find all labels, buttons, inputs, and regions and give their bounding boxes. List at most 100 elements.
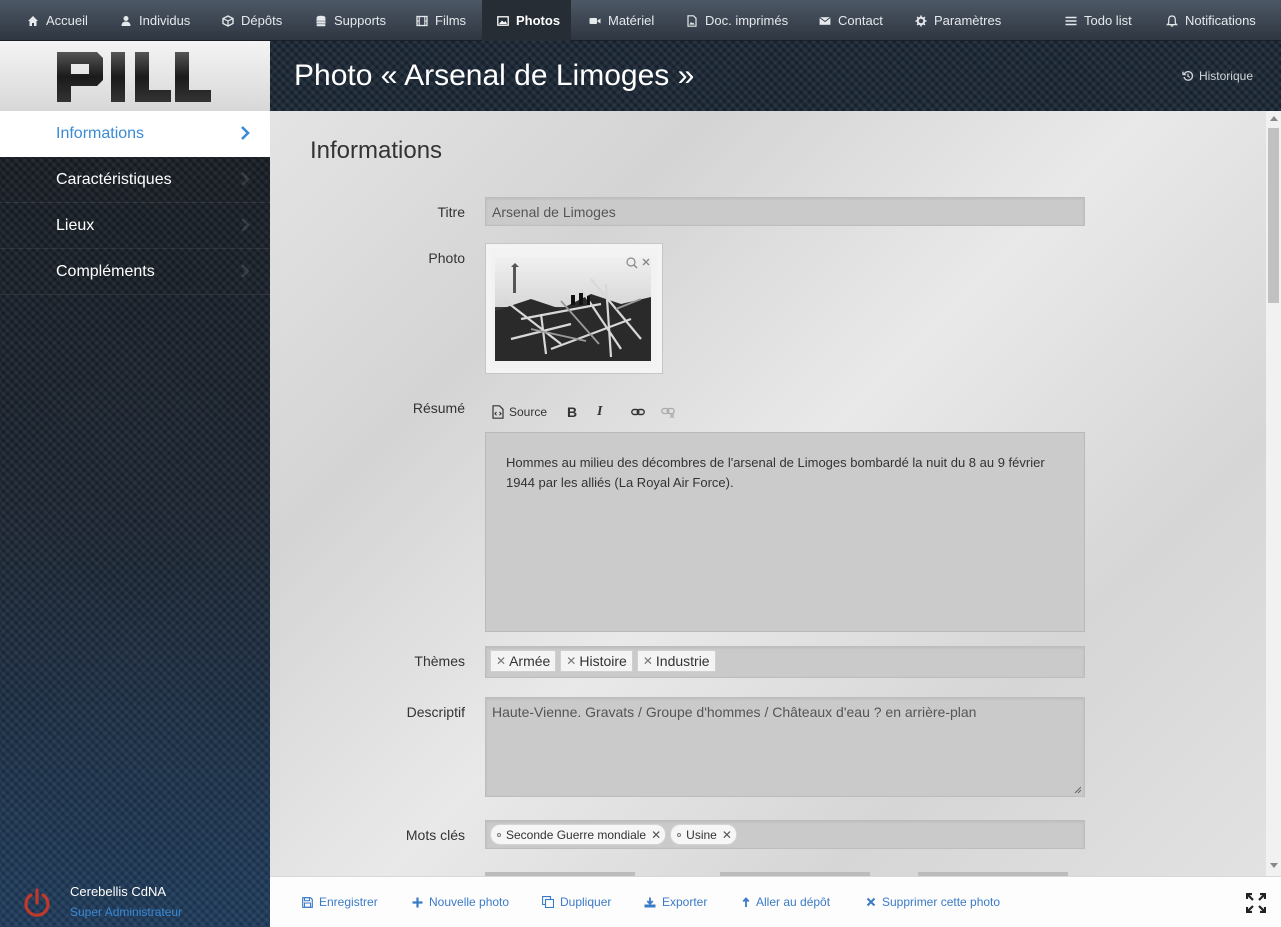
themes-field[interactable]: ✕ Armée ✕ Histoire ✕ Industrie xyxy=(485,646,1085,678)
main-content: Informations Titre Arsenal de Limoges Ph… xyxy=(270,111,1266,876)
photo-image xyxy=(491,249,657,368)
export-button[interactable]: Exporter xyxy=(644,895,707,909)
nav-label: Doc. imprimés xyxy=(705,13,789,28)
goto-depot-button[interactable]: Aller au dépôt xyxy=(742,895,830,909)
sidebar-item-lieux[interactable]: Lieux xyxy=(0,203,270,249)
remove-tag-icon[interactable]: ✕ xyxy=(651,828,661,842)
theme-tag[interactable]: ✕ Armée xyxy=(490,650,557,672)
bell-icon xyxy=(1166,14,1178,27)
scroll-up-arrow[interactable] xyxy=(1270,116,1278,121)
close-icon xyxy=(866,897,876,907)
left-panel: Informations Caractéristiques Lieux Comp… xyxy=(0,41,270,927)
nav-materiel[interactable]: Matériel xyxy=(589,0,654,41)
theme-tag[interactable]: ✕ Histoire xyxy=(560,650,633,672)
bold-icon[interactable]: B xyxy=(567,404,577,420)
film-icon xyxy=(416,15,428,26)
logo[interactable] xyxy=(0,41,270,111)
nav-label: Films xyxy=(435,13,467,28)
sidebar-item-label: Informations xyxy=(56,124,145,142)
nav-doc-imprimes[interactable]: Doc. imprimés xyxy=(686,0,788,41)
motscles-label: Mots clés xyxy=(405,827,465,843)
delete-label: Supprimer cette photo xyxy=(882,895,1001,909)
new-photo-button[interactable]: Nouvelle photo xyxy=(412,895,509,909)
nav-label: Paramètres xyxy=(934,13,1002,28)
history-label: Historique xyxy=(1198,69,1253,83)
keyword-tag[interactable]: Usine ✕ xyxy=(670,824,737,845)
source-button[interactable]: Source xyxy=(492,405,547,419)
save-icon xyxy=(302,896,313,908)
keyword-tag[interactable]: Seconde Guerre mondiale ✕ xyxy=(490,824,667,845)
italic-icon[interactable]: I xyxy=(597,404,605,420)
remove-tag-icon[interactable]: ✕ xyxy=(566,654,576,668)
photo-thumbnail[interactable] xyxy=(485,243,663,374)
bullet-icon xyxy=(497,832,501,837)
image-icon xyxy=(497,15,509,26)
sidebar-item-informations[interactable]: Informations xyxy=(0,111,270,157)
remove-tag-icon[interactable]: ✕ xyxy=(496,654,506,668)
user-role[interactable]: Super Administrateur xyxy=(70,905,182,919)
user-area: Cerebellis CdNA Super Administrateur xyxy=(0,876,270,927)
nav-notifications[interactable]: Notifications xyxy=(1166,0,1256,41)
nav-label: Matériel xyxy=(608,13,655,28)
goto-depot-label: Aller au dépôt xyxy=(756,895,831,909)
nav-films[interactable]: Films xyxy=(416,0,466,41)
titre-field[interactable]: Arsenal de Limoges xyxy=(485,197,1085,226)
unlink-icon[interactable] xyxy=(661,406,675,418)
nav-contact[interactable]: Contact xyxy=(819,0,883,41)
source-label: Source xyxy=(509,405,548,419)
nav-supports[interactable]: Supports xyxy=(315,0,386,41)
new-photo-label: Nouvelle photo xyxy=(429,895,510,909)
nav-accueil[interactable]: Accueil xyxy=(27,0,88,41)
gear-icon xyxy=(915,15,927,26)
delete-button[interactable]: Supprimer cette photo xyxy=(866,895,1000,909)
user-icon xyxy=(121,15,131,26)
theme-tag[interactable]: ✕ Industrie xyxy=(636,650,716,672)
save-label: Enregistrer xyxy=(319,895,378,909)
descriptif-text: Haute-Vienne. Gravats / Groupe d'hommes … xyxy=(492,704,977,720)
nav-label: Photos xyxy=(516,13,561,28)
duplicate-label: Dupliquer xyxy=(560,895,612,909)
scroll-thumb[interactable] xyxy=(1268,128,1279,303)
descriptif-field[interactable]: Haute-Vienne. Gravats / Groupe d'hommes … xyxy=(485,697,1085,797)
document-image-icon xyxy=(687,14,697,27)
sidebar-item-label: Compléments xyxy=(56,262,155,280)
page-title: Photo « Arsenal de Limoges » xyxy=(294,59,695,92)
nav-depots[interactable]: Dépôts xyxy=(222,0,282,41)
history-icon xyxy=(1182,70,1194,81)
nav-individus[interactable]: Individus xyxy=(120,0,190,41)
fullscreen-icon[interactable] xyxy=(1246,893,1266,913)
scroll-down-arrow[interactable] xyxy=(1270,863,1278,868)
titre-label: Titre xyxy=(437,204,465,220)
duplicate-button[interactable]: Dupliquer xyxy=(542,895,611,909)
editor-toolbar: Source B I xyxy=(485,400,687,424)
envelope-icon xyxy=(819,16,831,25)
nav-label: Contact xyxy=(838,13,883,28)
sidebar-item-caracteristiques[interactable]: Caractéristiques xyxy=(0,157,270,203)
section-title: Informations xyxy=(310,137,443,164)
chevron-right-icon xyxy=(241,172,250,186)
chevron-right-icon xyxy=(241,264,250,278)
export-label: Exporter xyxy=(662,895,708,909)
content-scrollbar[interactable] xyxy=(1266,111,1281,876)
sidebar-item-complements[interactable]: Compléments xyxy=(0,249,270,295)
chevron-right-icon xyxy=(241,218,250,232)
resume-editor[interactable]: Hommes au milieu des décombres de l'arse… xyxy=(485,432,1085,632)
copy-icon xyxy=(542,896,554,908)
page-header: Photo « Arsenal de Limoges » Historique xyxy=(270,41,1281,111)
resize-handle-icon[interactable] xyxy=(1074,786,1082,794)
nav-todo-list[interactable]: Todo list xyxy=(1065,0,1132,41)
history-link[interactable]: Historique xyxy=(1182,69,1253,83)
descriptif-label: Descriptif xyxy=(406,704,465,720)
nav-label: Notifications xyxy=(1185,13,1256,28)
save-button[interactable]: Enregistrer xyxy=(302,895,378,909)
user-name: Cerebellis CdNA xyxy=(70,884,167,899)
remove-tag-icon[interactable]: ✕ xyxy=(722,828,732,842)
nav-photos[interactable]: Photos xyxy=(482,0,571,41)
remove-tag-icon[interactable]: ✕ xyxy=(643,654,653,668)
cube-icon xyxy=(222,14,234,27)
power-icon[interactable] xyxy=(21,887,53,919)
motscles-field[interactable]: Seconde Guerre mondiale ✕ Usine ✕ xyxy=(485,820,1085,849)
link-icon[interactable] xyxy=(631,407,645,417)
nav-parametres[interactable]: Paramètres xyxy=(915,0,1001,41)
home-icon xyxy=(28,15,38,26)
